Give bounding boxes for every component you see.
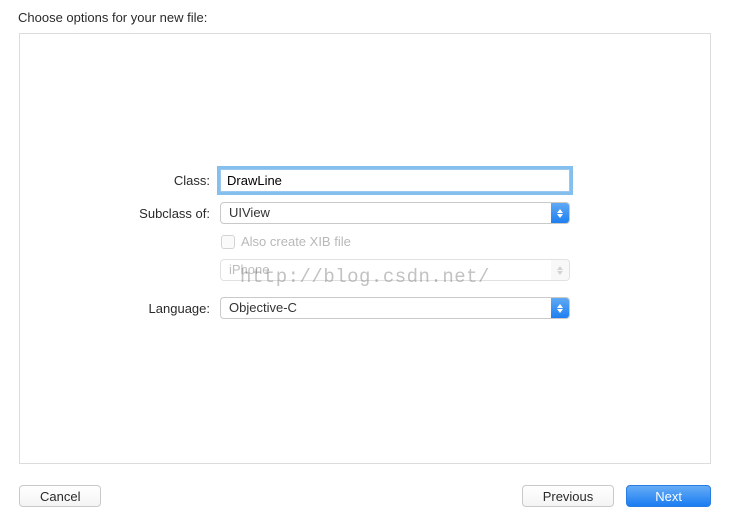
dialog-footer: Cancel Previous Next (19, 485, 711, 507)
dialog-title: Choose options for your new file: (18, 10, 207, 25)
cancel-button[interactable]: Cancel (19, 485, 101, 507)
row-class: Class: (20, 169, 710, 192)
class-input[interactable] (220, 169, 570, 192)
row-language: Language: Objective-C (20, 297, 710, 319)
subclass-value: UIView (221, 203, 551, 223)
xib-checkbox-row: Also create XIB file (220, 234, 570, 249)
chevron-updown-icon (551, 298, 569, 318)
language-label: Language: (20, 301, 220, 316)
device-combobox: iPhone (220, 259, 570, 281)
chevron-updown-icon (551, 203, 569, 223)
class-label: Class: (20, 173, 220, 188)
row-subclass: Subclass of: UIView (20, 202, 710, 224)
chevron-updown-icon (551, 260, 569, 280)
dialog-header: Choose options for your new file: (0, 0, 730, 33)
row-xib: Also create XIB file (20, 234, 710, 249)
xib-checkbox-label: Also create XIB file (241, 234, 351, 249)
row-device: iPhone (20, 259, 710, 281)
xib-checkbox (221, 235, 235, 249)
language-combobox[interactable]: Objective-C (220, 297, 570, 319)
form-container: Class: Subclass of: UIView (20, 169, 710, 329)
language-value: Objective-C (221, 298, 551, 318)
subclass-label: Subclass of: (20, 206, 220, 221)
subclass-combobox[interactable]: UIView (220, 202, 570, 224)
options-panel: Class: Subclass of: UIView (19, 33, 711, 464)
device-value: iPhone (221, 260, 551, 280)
next-button[interactable]: Next (626, 485, 711, 507)
previous-button[interactable]: Previous (522, 485, 615, 507)
